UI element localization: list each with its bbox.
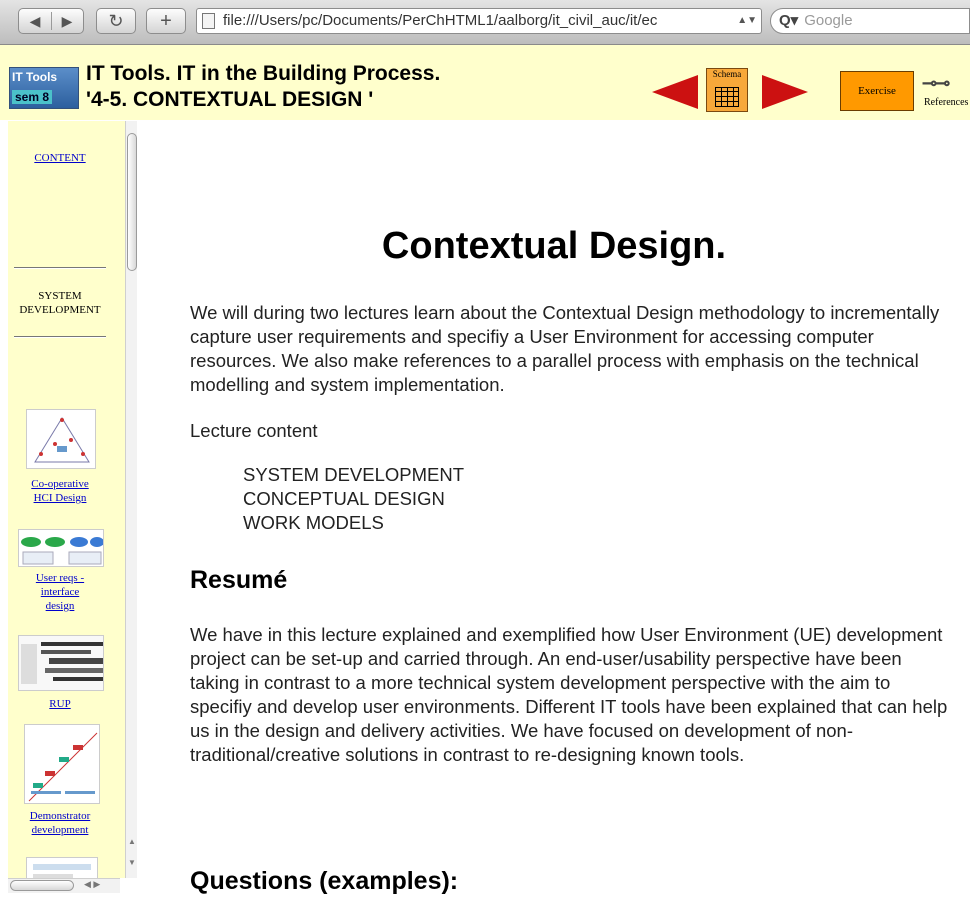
forward-icon[interactable]: ▶ — [51, 9, 83, 33]
rup-thumbnail[interactable] — [18, 635, 104, 691]
main-content: Contextual Design. We will during two le… — [138, 121, 970, 899]
sidebar-vertical-scrollbar[interactable]: ▲ ▼ — [125, 121, 137, 878]
schema-button[interactable]: Schema — [706, 68, 748, 112]
address-bar[interactable]: file:///Users/pc/Documents/PerChHTML1/aa… — [196, 8, 762, 34]
scroll-down-icon[interactable]: ▼ — [128, 858, 136, 867]
logo-line2: sem 8 — [12, 90, 53, 104]
it-tools-logo[interactable]: IT Tools sem 8 — [9, 67, 79, 109]
list-item: WORK MODELS — [243, 512, 384, 533]
sidebar-item-rup[interactable]: RUP — [8, 697, 112, 711]
item-line: Co-operative — [31, 478, 89, 490]
grid-icon — [715, 87, 739, 107]
back-icon[interactable]: ◀ — [19, 9, 51, 33]
triangle-diagram-icon — [34, 417, 90, 463]
section-line1: SYSTEM — [38, 290, 82, 302]
horizontal-scrollbar-thumb[interactable] — [10, 880, 74, 891]
demonstrator-thumbnail[interactable] — [24, 724, 100, 804]
item-line: design — [45, 600, 75, 612]
resume-paragraph: We have in this lecture explained and ex… — [190, 624, 948, 765]
intro-paragraph: We will during two lectures learn about … — [190, 302, 940, 395]
sidebar-horizontal-scrollbar[interactable]: ◀ ▶ — [8, 878, 120, 893]
scrollbar-thumb[interactable] — [127, 133, 137, 271]
browser-toolbar: ◀ ▶ ↻ + file:///Users/pc/Documents/PerChH… — [0, 0, 970, 45]
lecture-content-list: SYSTEM DEVELOPMENT CONCEPTUAL DESIGN WOR… — [243, 463, 464, 535]
lecture-content-heading: Lecture content — [190, 420, 318, 441]
sidebar-item-cooperative-hci-design[interactable]: Co-operative HCI Design — [8, 477, 112, 505]
next-arrow-icon[interactable] — [762, 75, 808, 109]
page-header-title: IT Tools. IT in the Building Process. '4… — [86, 61, 440, 113]
item-line: HCI Design — [33, 492, 87, 504]
next-thumbnail[interactable] — [26, 857, 98, 878]
exercise-label: Exercise — [858, 85, 896, 97]
plus-icon: + — [160, 10, 172, 32]
add-bookmark-button[interactable]: + — [146, 8, 186, 34]
thumbnail-preview-icon — [33, 864, 91, 878]
search-input[interactable]: Q▾ Google — [770, 8, 970, 34]
search-icon: Q▾ — [779, 12, 799, 29]
previous-arrow-icon[interactable] — [652, 75, 698, 109]
resume-heading: Resumé — [190, 566, 288, 594]
item-line: User reqs - — [35, 572, 85, 584]
flow-diagram-icon — [21, 537, 103, 565]
cooperative-design-thumbnail[interactable] — [26, 409, 96, 469]
search-placeholder: Google — [804, 12, 853, 29]
questions-heading: Questions (examples): — [190, 867, 459, 895]
divider — [14, 336, 106, 338]
sidebar-section-title: SYSTEM DEVELOPMENT — [8, 289, 112, 317]
scroll-left-right-icon[interactable]: ◀ ▶ — [84, 879, 100, 890]
exercise-button[interactable]: Exercise — [840, 71, 914, 111]
page-title: Contextual Design. — [381, 225, 727, 267]
url-text: file:///Users/pc/Documents/PerChHTML1/aa… — [223, 12, 658, 29]
file-icon — [202, 13, 215, 29]
section-line2: DEVELOPMENT — [19, 304, 101, 316]
references-label: References — [924, 97, 969, 108]
user-reqs-thumbnail[interactable] — [18, 529, 104, 567]
schema-label: Schema — [712, 69, 742, 79]
list-item: CONCEPTUAL DESIGN — [243, 488, 445, 509]
references-button[interactable]: ⊸⊸ References — [920, 69, 970, 113]
sidebar-link-content[interactable]: CONTENT — [8, 151, 112, 165]
item-line: Demonstrator — [29, 810, 91, 822]
reload-icon: ↻ — [108, 11, 124, 31]
scroll-up-icon[interactable]: ▲ — [128, 837, 136, 846]
header-title-line2: '4-5. CONTEXTUAL DESIGN ' — [86, 88, 374, 111]
sidebar-item-user-reqs-interface-design[interactable]: User reqs - interface design — [8, 571, 112, 613]
page-header: IT Tools sem 8 IT Tools. IT in the Build… — [0, 45, 970, 120]
sidebar-item-demonstrator-development[interactable]: Demonstrator development — [8, 809, 112, 837]
rup-chart-icon — [19, 636, 103, 690]
divider — [14, 267, 106, 269]
item-line: development — [31, 824, 89, 836]
url-dropdown-icon[interactable]: ▲▼ — [737, 9, 757, 33]
development-chart-icon — [28, 732, 98, 802]
item-line: interface — [40, 586, 80, 598]
header-title-line1: IT Tools. IT in the Building Process. — [86, 62, 441, 85]
list-item: SYSTEM DEVELOPMENT — [243, 464, 465, 485]
reload-button[interactable]: ↻ — [96, 8, 136, 34]
sidebar: CONTENT SYSTEM DEVELOPMENT Co-operative … — [8, 121, 137, 878]
logo-line1: IT Tools — [12, 70, 58, 84]
chain-link-icon: ⊸⊸ — [922, 73, 950, 93]
divider — [51, 12, 52, 30]
back-forward-buttons: ◀ ▶ — [18, 8, 84, 34]
